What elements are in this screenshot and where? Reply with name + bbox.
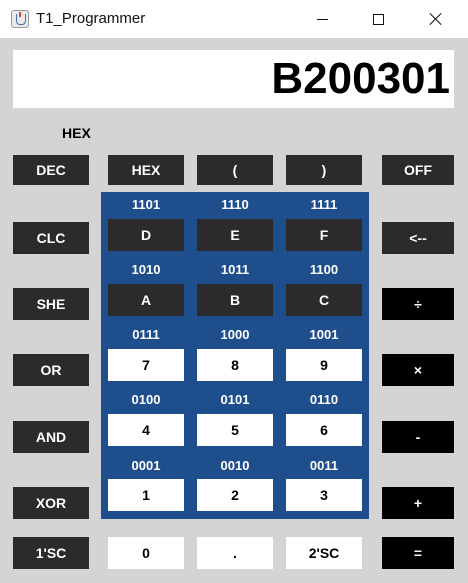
maximize-button[interactable]	[355, 0, 401, 38]
key-e[interactable]: E	[197, 219, 273, 251]
key-1[interactable]: 1	[108, 479, 184, 511]
java-app-icon	[11, 10, 29, 28]
binary-label-3: 0011	[309, 458, 339, 473]
and-button[interactable]: AND	[13, 421, 89, 453]
binary-label-8: 1000	[220, 327, 250, 342]
key-4[interactable]: 4	[108, 414, 184, 446]
binary-label-6: 0110	[309, 392, 339, 407]
key-7[interactable]: 7	[108, 349, 184, 381]
key-f[interactable]: F	[286, 219, 362, 251]
maximize-icon	[372, 13, 384, 25]
key-b[interactable]: B	[197, 284, 273, 316]
xor-button[interactable]: XOR	[13, 487, 89, 519]
binary-label-1: 0001	[131, 458, 161, 473]
equals-button[interactable]: =	[382, 537, 454, 569]
binary-label-9: 1001	[309, 327, 339, 342]
minimize-button[interactable]	[299, 0, 345, 38]
key-d[interactable]: D	[108, 219, 184, 251]
hex-keypad-panel: 1101 1110 1111 D E F 1010 1011 1100 A B …	[101, 192, 369, 519]
close-icon	[429, 12, 443, 26]
minimize-icon	[316, 18, 328, 20]
key-8[interactable]: 8	[197, 349, 273, 381]
key-5[interactable]: 5	[197, 414, 273, 446]
binary-label-7: 0111	[132, 327, 160, 342]
she-button[interactable]: SHE	[13, 288, 89, 320]
key-6[interactable]: 6	[286, 414, 362, 446]
binary-label-5: 0101	[220, 392, 250, 407]
binary-label-2: 0010	[220, 458, 250, 473]
minus-button[interactable]: -	[382, 421, 454, 453]
binary-label-a: 1010	[131, 262, 161, 277]
binary-label-4: 0100	[131, 392, 161, 407]
open-paren-button[interactable]: (	[197, 155, 273, 185]
window-title: T1_Programmer	[36, 10, 146, 27]
or-button[interactable]: OR	[13, 354, 89, 386]
key-3[interactable]: 3	[286, 479, 362, 511]
decimal-point-button[interactable]: .	[197, 537, 273, 569]
binary-label-b: 1011	[220, 262, 250, 277]
binary-label-f: 1111	[310, 197, 338, 212]
key-c[interactable]: C	[286, 284, 362, 316]
key-0[interactable]: 0	[108, 537, 184, 569]
result-display: B200301	[13, 50, 454, 108]
plus-button[interactable]: +	[382, 487, 454, 519]
title-bar: T1_Programmer	[0, 0, 468, 38]
close-paren-button[interactable]: )	[286, 155, 362, 185]
dec-button[interactable]: DEC	[13, 155, 89, 185]
twos-complement-button[interactable]: 2'SC	[286, 537, 362, 569]
backspace-button[interactable]: <--	[382, 222, 454, 254]
close-button[interactable]	[413, 0, 459, 38]
off-button[interactable]: OFF	[382, 155, 454, 185]
clc-button[interactable]: CLC	[13, 222, 89, 254]
divide-button[interactable]: ÷	[382, 288, 454, 320]
key-2[interactable]: 2	[197, 479, 273, 511]
key-9[interactable]: 9	[286, 349, 362, 381]
key-a[interactable]: A	[108, 284, 184, 316]
ones-complement-button[interactable]: 1'SC	[13, 537, 89, 569]
hex-button[interactable]: HEX	[108, 155, 184, 185]
binary-label-d: 1101	[131, 197, 161, 212]
mode-indicator: HEX	[62, 125, 91, 141]
binary-label-c: 1100	[309, 262, 339, 277]
binary-label-e: 1110	[221, 197, 249, 212]
multiply-button[interactable]: ×	[382, 354, 454, 386]
